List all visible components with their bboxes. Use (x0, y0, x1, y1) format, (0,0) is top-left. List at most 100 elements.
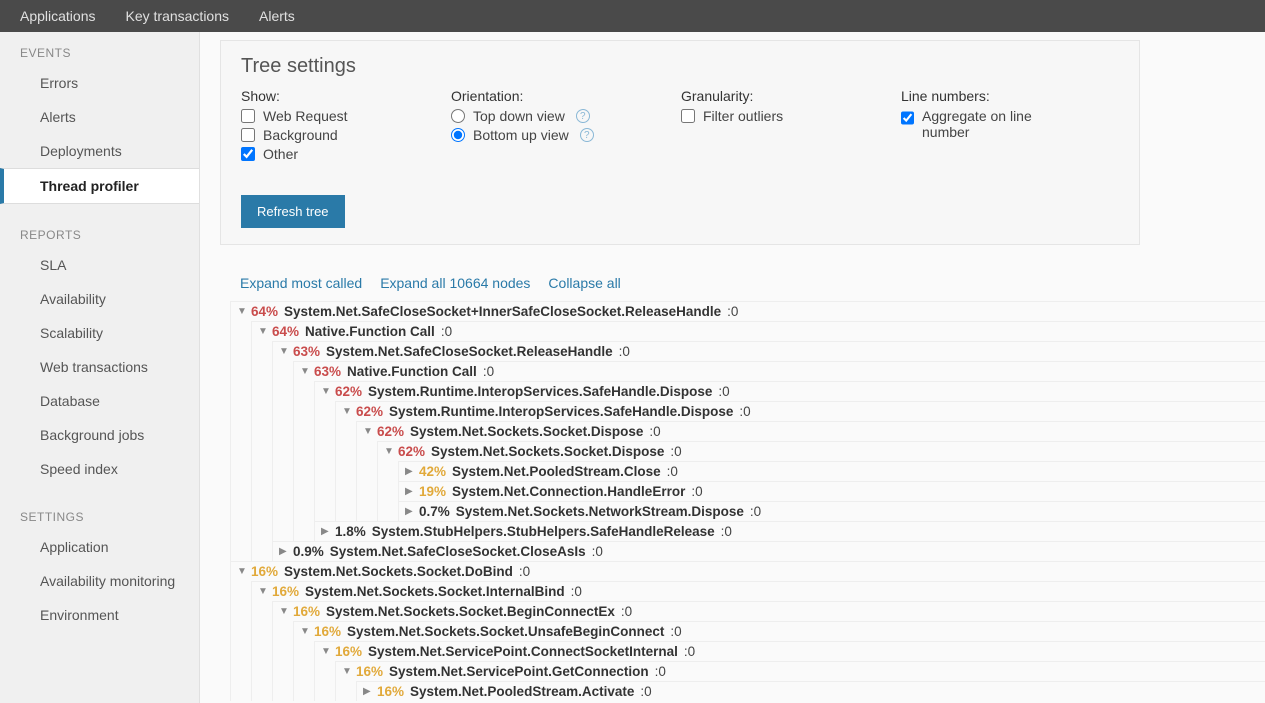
tree-node-head[interactable]: ▼16% System.Net.Sockets.Socket.DoBind :0 (231, 562, 1265, 581)
nav-applications[interactable]: Applications (20, 8, 96, 24)
chevron-down-icon[interactable]: ▼ (300, 366, 310, 377)
sidebar-item-alerts[interactable]: Alerts (0, 100, 199, 134)
help-icon[interactable]: ? (576, 109, 590, 123)
sidebar-item-deployments[interactable]: Deployments (0, 134, 199, 168)
tree-node-line: :0 (750, 504, 761, 519)
tree-node-head[interactable]: ▶42% System.Net.PooledStream.Close :0 (399, 462, 1265, 481)
chevron-down-icon[interactable]: ▼ (258, 326, 268, 337)
tree-node-pct: 16% (356, 664, 383, 679)
tree-node-pct: 16% (251, 564, 278, 579)
tree-node-pct: 42% (419, 464, 446, 479)
tree-node: ▶0.7% System.Net.Sockets.NetworkStream.D… (398, 501, 1265, 521)
show-background-checkbox[interactable] (241, 128, 255, 142)
sidebar-item-availability-monitoring[interactable]: Availability monitoring (0, 564, 199, 598)
sidebar-item-thread-profiler[interactable]: Thread profiler (0, 168, 199, 204)
sidebar-item-background-jobs[interactable]: Background jobs (0, 418, 199, 452)
chevron-right-icon[interactable]: ▶ (363, 686, 373, 697)
tree-node-head[interactable]: ▼63% System.Net.SafeCloseSocket.ReleaseH… (273, 342, 1265, 361)
show-label: Show: (241, 88, 381, 104)
tree-node-pct: 64% (272, 324, 299, 339)
filter-outliers-checkbox[interactable] (681, 109, 695, 123)
orientation-bottom-up[interactable]: Bottom up view ? (451, 127, 611, 143)
tree-node-head[interactable]: ▶16% System.Net.PooledStream.Activate :0 (357, 682, 1265, 701)
chevron-down-icon[interactable]: ▼ (237, 306, 247, 317)
show-other[interactable]: Other (241, 146, 381, 162)
tree-node-head[interactable]: ▶19% System.Net.Connection.HandleError :… (399, 482, 1265, 501)
sidebar-item-web-transactions[interactable]: Web transactions (0, 350, 199, 384)
tree-node: ▼62% System.Runtime.InteropServices.Safe… (335, 401, 1265, 521)
chevron-down-icon[interactable]: ▼ (279, 606, 289, 617)
aggregate-label: Aggregate on line number (922, 108, 1041, 140)
tree-node-head[interactable]: ▼62% System.Runtime.InteropServices.Safe… (336, 402, 1265, 421)
tree-node-head[interactable]: ▼16% System.Net.Sockets.Socket.UnsafeBeg… (294, 622, 1265, 641)
sidebar-group-title: REPORTS (0, 222, 199, 248)
chevron-right-icon[interactable]: ▶ (321, 526, 331, 537)
orientation-bottom-up-radio[interactable] (451, 128, 465, 142)
sidebar-item-database[interactable]: Database (0, 384, 199, 418)
aggregate-line-number[interactable]: Aggregate on line number (901, 108, 1041, 140)
tree-node-head[interactable]: ▼16% System.Net.Sockets.Socket.BeginConn… (273, 602, 1265, 621)
sidebar-item-errors[interactable]: Errors (0, 66, 199, 100)
chevron-right-icon[interactable]: ▶ (405, 466, 415, 477)
refresh-tree-button[interactable]: Refresh tree (241, 195, 345, 228)
tree-node-line: :0 (670, 444, 681, 459)
chevron-down-icon[interactable]: ▼ (321, 646, 331, 657)
sidebar-item-environment[interactable]: Environment (0, 598, 199, 632)
sidebar-item-speed-index[interactable]: Speed index (0, 452, 199, 486)
tree-node-head[interactable]: ▼63% Native.Function Call :0 (294, 362, 1265, 381)
tree-node-head[interactable]: ▶0.9% System.Net.SafeCloseSocket.CloseAs… (273, 542, 1265, 561)
tree-node-head[interactable]: ▼16% System.Net.Sockets.Socket.InternalB… (252, 582, 1265, 601)
tree-node: ▼62% System.Net.Sockets.Socket.Dispose :… (356, 421, 1265, 521)
tree-node: ▼64% Native.Function Call :0▼63% System.… (251, 321, 1265, 561)
tree-node-line: :0 (655, 664, 666, 679)
tree-node-head[interactable]: ▼16% System.Net.ServicePoint.ConnectSock… (315, 642, 1265, 661)
tree-node-method: System.Net.Connection.HandleError (452, 484, 685, 499)
sidebar-item-scalability[interactable]: Scalability (0, 316, 199, 350)
sidebar-item-sla[interactable]: SLA (0, 248, 199, 282)
nav-alerts[interactable]: Alerts (259, 8, 295, 24)
expand-most-called-link[interactable]: Expand most called (240, 275, 362, 291)
tree-node-pct: 16% (314, 624, 341, 639)
chevron-down-icon[interactable]: ▼ (363, 426, 373, 437)
tree-node-head[interactable]: ▼16% System.Net.ServicePoint.GetConnecti… (336, 662, 1265, 681)
chevron-right-icon[interactable]: ▶ (405, 486, 415, 497)
show-web-request-checkbox[interactable] (241, 109, 255, 123)
chevron-down-icon[interactable]: ▼ (237, 566, 247, 577)
tree-node-head[interactable]: ▼62% System.Net.Sockets.Socket.Dispose :… (378, 442, 1265, 461)
expand-all-link[interactable]: Expand all 10664 nodes (380, 275, 530, 291)
tree-node-head[interactable]: ▶0.7% System.Net.Sockets.NetworkStream.D… (399, 502, 1265, 521)
tree-node-line: :0 (441, 324, 452, 339)
show-web-request[interactable]: Web Request (241, 108, 381, 124)
chevron-down-icon[interactable]: ▼ (342, 666, 352, 677)
chevron-right-icon[interactable]: ▶ (279, 546, 289, 557)
filter-outliers[interactable]: Filter outliers (681, 108, 831, 124)
chevron-down-icon[interactable]: ▼ (321, 386, 331, 397)
collapse-all-link[interactable]: Collapse all (548, 275, 620, 291)
tree-node-head[interactable]: ▼62% System.Net.Sockets.Socket.Dispose :… (357, 422, 1265, 441)
tree-node-head[interactable]: ▼64% System.Net.SafeCloseSocket+InnerSaf… (231, 302, 1265, 321)
tree-node: ▶1.8% System.StubHelpers.StubHelpers.Saf… (314, 521, 1265, 541)
show-background[interactable]: Background (241, 127, 381, 143)
tree-node-head[interactable]: ▶1.8% System.StubHelpers.StubHelpers.Saf… (315, 522, 1265, 541)
tree-node: ▼16% System.Net.Sockets.Socket.DoBind :0… (230, 561, 1265, 701)
show-web-request-label: Web Request (263, 108, 348, 124)
tree-node-head[interactable]: ▼64% Native.Function Call :0 (252, 322, 1265, 341)
nav-key-transactions[interactable]: Key transactions (126, 8, 230, 24)
tree-node-pct: 63% (293, 344, 320, 359)
sidebar-item-availability[interactable]: Availability (0, 282, 199, 316)
chevron-down-icon[interactable]: ▼ (384, 446, 394, 457)
orientation-top-down-radio[interactable] (451, 109, 465, 123)
show-other-checkbox[interactable] (241, 147, 255, 161)
chevron-right-icon[interactable]: ▶ (405, 506, 415, 517)
chevron-down-icon[interactable]: ▼ (258, 586, 268, 597)
chevron-down-icon[interactable]: ▼ (342, 406, 352, 417)
help-icon[interactable]: ? (580, 128, 594, 142)
tree-node: ▼16% System.Net.Sockets.Socket.UnsafeBeg… (293, 621, 1265, 701)
aggregate-checkbox[interactable] (901, 111, 914, 125)
chevron-down-icon[interactable]: ▼ (279, 346, 289, 357)
chevron-down-icon[interactable]: ▼ (300, 626, 310, 637)
sidebar-item-application[interactable]: Application (0, 530, 199, 564)
orientation-top-down[interactable]: Top down view ? (451, 108, 611, 124)
tree-node-head[interactable]: ▼62% System.Runtime.InteropServices.Safe… (315, 382, 1265, 401)
orientation-bottom-up-label: Bottom up view (473, 127, 569, 143)
